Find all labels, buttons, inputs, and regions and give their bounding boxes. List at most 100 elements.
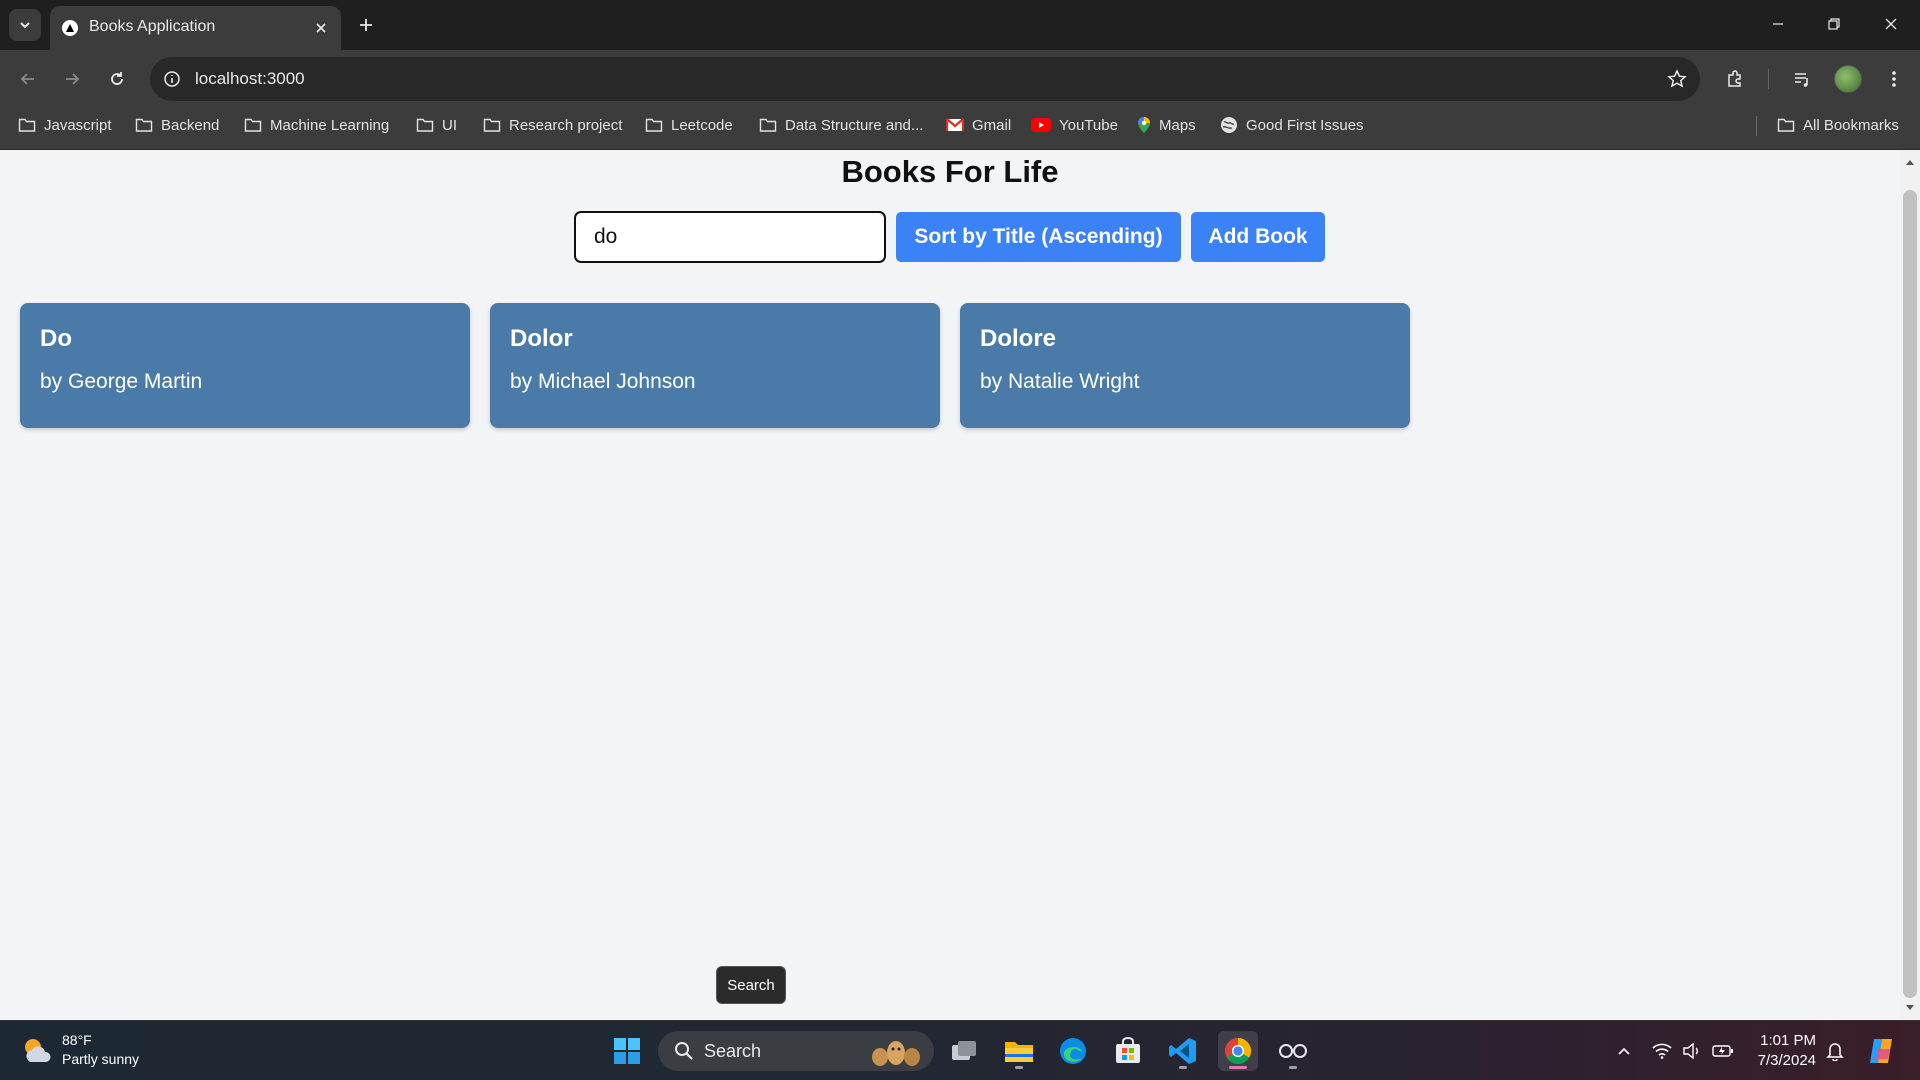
file-explorer-button[interactable]	[999, 1031, 1039, 1071]
folder-icon	[759, 118, 777, 132]
taskbar-search-label: Search	[704, 1040, 762, 1061]
clock-date: 7/3/2024	[1757, 1052, 1816, 1069]
nextjs-favicon-icon	[62, 20, 78, 36]
bookmark-machine-learning[interactable]: Machine Learning	[244, 108, 389, 142]
copilot-glasses-button[interactable]	[1273, 1031, 1313, 1071]
address-bar[interactable]: localhost:3000	[150, 57, 1700, 101]
bookmark-label: Data Structure and...	[785, 116, 924, 134]
copilot-button[interactable]	[1865, 1034, 1899, 1068]
bookmark-ui[interactable]: UI	[416, 108, 457, 142]
restore-icon	[1828, 18, 1840, 30]
page-scrollbar[interactable]	[1900, 150, 1920, 1020]
book-card[interactable]: Do by George Martin	[20, 303, 470, 428]
notifications-button[interactable]	[1823, 1039, 1847, 1063]
vscode-icon	[1169, 1038, 1196, 1064]
browser-menu-button[interactable]	[1878, 63, 1910, 95]
search-tooltip: Search	[716, 966, 786, 1004]
search-highlight-illustration-icon	[872, 1041, 920, 1066]
browser-tab[interactable]: Books Application	[50, 6, 341, 50]
bookmark-research-project[interactable]: Research project	[483, 108, 622, 142]
show-hidden-icons-button[interactable]	[1612, 1039, 1636, 1063]
sort-button[interactable]: Sort by Title (Ascending)	[896, 212, 1181, 262]
new-tab-button[interactable]	[352, 11, 380, 39]
search-icon	[675, 1042, 693, 1060]
bookmark-label: Gmail	[972, 116, 1012, 134]
edge-icon	[1060, 1038, 1086, 1064]
gmail-icon	[946, 118, 964, 131]
restore-button[interactable]	[1814, 8, 1854, 40]
vscode-button[interactable]	[1163, 1031, 1203, 1071]
bookmark-backend[interactable]: Backend	[135, 108, 219, 142]
scroll-up-arrow-icon[interactable]	[1904, 156, 1916, 168]
bookmark-good-first-issues[interactable]: Good First Issues	[1220, 108, 1364, 142]
battery-charging-icon	[1712, 1045, 1733, 1057]
close-tab-icon[interactable]	[311, 18, 331, 38]
book-card[interactable]: Dolor by Michael Johnson	[490, 303, 940, 428]
bookmarks-bar: Javascript Backend Machine Learning UI R…	[0, 108, 1920, 150]
running-indicator	[1289, 1066, 1297, 1069]
bookmark-label: Maps	[1159, 116, 1196, 134]
minimize-button[interactable]	[1758, 8, 1798, 40]
bookmark-label: YouTube	[1059, 116, 1118, 134]
bookmark-leetcode[interactable]: Leetcode	[645, 108, 733, 142]
globe-icon	[1221, 117, 1237, 133]
edge-button[interactable]	[1053, 1031, 1093, 1071]
back-button[interactable]	[12, 63, 44, 95]
bookmark-label: UI	[442, 116, 457, 134]
scrollbar-thumb[interactable]	[1903, 190, 1917, 998]
forward-button[interactable]	[56, 63, 88, 95]
bookmark-javascript[interactable]: Javascript	[18, 108, 112, 142]
volume-status[interactable]	[1680, 1039, 1704, 1063]
weather-temp: 88°F	[62, 1032, 92, 1048]
start-button[interactable]	[607, 1031, 647, 1071]
bookmark-star-icon[interactable]	[1666, 68, 1688, 90]
bookmark-gmail[interactable]: Gmail	[946, 108, 1011, 142]
wifi-status[interactable]	[1650, 1039, 1674, 1063]
folder-icon	[18, 118, 36, 132]
all-bookmarks-label: All Bookmarks	[1803, 116, 1899, 134]
running-indicator	[1179, 1066, 1187, 1069]
bookmark-label: Javascript	[44, 116, 112, 134]
playlist-icon	[1795, 73, 1808, 87]
bookmark-youtube[interactable]: YouTube	[1031, 108, 1118, 142]
arrow-right-icon	[66, 73, 80, 85]
bookmark-label: Good First Issues	[1246, 116, 1364, 134]
reload-button[interactable]	[101, 63, 133, 95]
url-text: localhost:3000	[195, 69, 305, 88]
weather-widget[interactable]: 88°F Partly sunny	[20, 1031, 139, 1069]
system-clock[interactable]: 1:01 PM 7/3/2024	[1748, 1031, 1816, 1071]
all-bookmarks-button[interactable]: All Bookmarks	[1777, 108, 1899, 142]
bookmark-data-structure[interactable]: Data Structure and...	[759, 108, 923, 142]
browser-tab-bar: Books Application	[0, 0, 1920, 50]
chrome-button[interactable]	[1218, 1031, 1258, 1071]
chrome-icon	[1224, 1037, 1252, 1065]
copilot-icon	[1870, 1039, 1892, 1063]
chevron-up-icon	[1618, 1047, 1630, 1055]
folder-icon	[1005, 1042, 1033, 1062]
browser-toolbar: localhost:3000	[0, 50, 1920, 108]
scroll-down-arrow-icon[interactable]	[1904, 1002, 1916, 1014]
profile-avatar[interactable]	[1834, 65, 1862, 93]
bookmark-maps[interactable]: Maps	[1137, 108, 1196, 142]
close-window-button[interactable]	[1871, 8, 1911, 40]
battery-status[interactable]	[1711, 1039, 1735, 1063]
microsoft-store-button[interactable]	[1108, 1031, 1148, 1071]
store-icon	[1116, 1037, 1140, 1063]
search-input[interactable]	[574, 211, 886, 263]
wifi-icon	[1652, 1043, 1672, 1059]
tab-search-button[interactable]	[9, 9, 41, 41]
taskbar-search[interactable]: Search	[658, 1031, 934, 1071]
task-view-icon	[952, 1041, 976, 1060]
book-card[interactable]: Dolore by Natalie Wright	[960, 303, 1410, 428]
minimize-icon	[1773, 23, 1783, 25]
reload-icon	[111, 72, 123, 85]
book-title: Do	[40, 325, 72, 352]
maps-icon	[1138, 117, 1150, 133]
site-info-icon[interactable]	[162, 69, 182, 89]
bell-icon	[1826, 1043, 1844, 1061]
kebab-menu-icon	[1892, 71, 1896, 87]
add-book-button[interactable]: Add Book	[1191, 212, 1325, 262]
media-control-button[interactable]	[1786, 63, 1818, 95]
task-view-button[interactable]	[944, 1031, 984, 1071]
extensions-button[interactable]	[1719, 63, 1751, 95]
